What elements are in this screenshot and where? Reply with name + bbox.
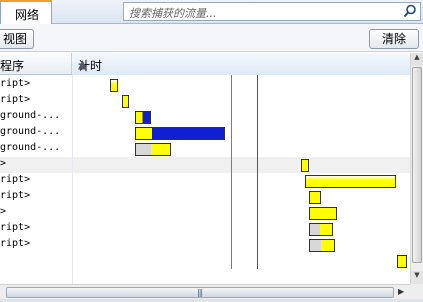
row-initiator: ript> bbox=[0, 222, 31, 233]
search-input[interactable]: 搜索捕获的流量... bbox=[123, 2, 421, 21]
row-initiator: ript> bbox=[0, 238, 31, 249]
dom-content-loaded-line bbox=[231, 75, 232, 269]
row-initiator: ground-... bbox=[0, 110, 61, 121]
column-header-initiator[interactable]: 程序 bbox=[0, 53, 72, 75]
scroll-corner bbox=[410, 284, 423, 299]
clear-button[interactable]: 清除 bbox=[369, 29, 419, 49]
load-event-line bbox=[257, 75, 258, 269]
row-initiator: ground-... bbox=[0, 126, 61, 137]
table-row[interactable]: ript> bbox=[0, 173, 410, 189]
sort-up-icon: ▲ bbox=[78, 57, 88, 71]
tab-network-label: 网络 bbox=[15, 8, 40, 22]
timing-bar bbox=[309, 223, 333, 236]
timing-bar bbox=[135, 127, 225, 140]
table-row[interactable]: ript> bbox=[0, 221, 410, 237]
scroll-up-icon[interactable]: ▲ bbox=[411, 53, 423, 66]
timing-bar bbox=[135, 111, 151, 124]
vertical-scrollbar[interactable]: ▲ ▼ bbox=[410, 53, 423, 284]
scroll-down-icon[interactable]: ▼ bbox=[411, 271, 423, 284]
table-row[interactable]: ript> bbox=[0, 189, 410, 205]
table-row[interactable]: > bbox=[0, 205, 410, 221]
timing-bar bbox=[309, 207, 337, 220]
table-row[interactable]: ground-... bbox=[0, 109, 410, 125]
row-initiator: > bbox=[0, 158, 7, 169]
row-initiator: > bbox=[0, 206, 7, 217]
table-row[interactable]: ground-... bbox=[0, 125, 410, 141]
scroll-right-icon[interactable]: ▶ bbox=[398, 287, 404, 296]
toolbar: 视图 清除 bbox=[0, 24, 423, 52]
tab-network[interactable]: 网络 bbox=[0, 0, 52, 24]
column-header-timing[interactable]: 计时 ▲ bbox=[72, 53, 410, 75]
row-initiator: ground-... bbox=[0, 142, 61, 153]
timing-bar bbox=[309, 239, 335, 252]
row-initiator: ript> bbox=[0, 94, 31, 105]
table-row[interactable] bbox=[0, 253, 410, 269]
table-row[interactable]: > bbox=[0, 157, 410, 173]
table-row[interactable]: ript> bbox=[0, 93, 410, 109]
table-row[interactable]: ript> bbox=[0, 237, 410, 253]
vertical-scroll-thumb[interactable] bbox=[412, 67, 422, 263]
grip-icon: ||| bbox=[197, 288, 203, 297]
row-initiator: ript> bbox=[0, 174, 31, 185]
table-row[interactable]: ript> bbox=[0, 77, 410, 93]
search-icon[interactable] bbox=[403, 4, 417, 18]
table-row[interactable]: ground-... bbox=[0, 141, 410, 157]
timing-bar bbox=[309, 191, 321, 204]
row-initiator: ript> bbox=[0, 78, 31, 89]
search-placeholder: 搜索捕获的流量... bbox=[129, 7, 217, 20]
timing-bar bbox=[135, 143, 171, 156]
timing-bar bbox=[110, 79, 118, 92]
column-divider bbox=[72, 75, 73, 284]
request-grid: ript> ript> ground-... ground-... ground… bbox=[0, 75, 410, 284]
timing-bar bbox=[301, 159, 309, 172]
row-initiator bbox=[0, 254, 72, 269]
horizontal-scrollbar[interactable]: ||| ▶ bbox=[0, 284, 410, 299]
horizontal-scroll-thumb[interactable]: ||| bbox=[6, 287, 394, 298]
timing-bar bbox=[397, 255, 407, 268]
view-button[interactable]: 视图 bbox=[0, 29, 34, 49]
column-header: 程序 计时 ▲ bbox=[0, 53, 410, 75]
initiator-header-label: 程序 bbox=[0, 59, 25, 73]
row-initiator: ript> bbox=[0, 190, 31, 201]
top-strip: 网络 搜索捕获的流量... bbox=[0, 0, 423, 24]
timing-bar bbox=[305, 175, 396, 188]
timing-bar bbox=[122, 95, 129, 108]
